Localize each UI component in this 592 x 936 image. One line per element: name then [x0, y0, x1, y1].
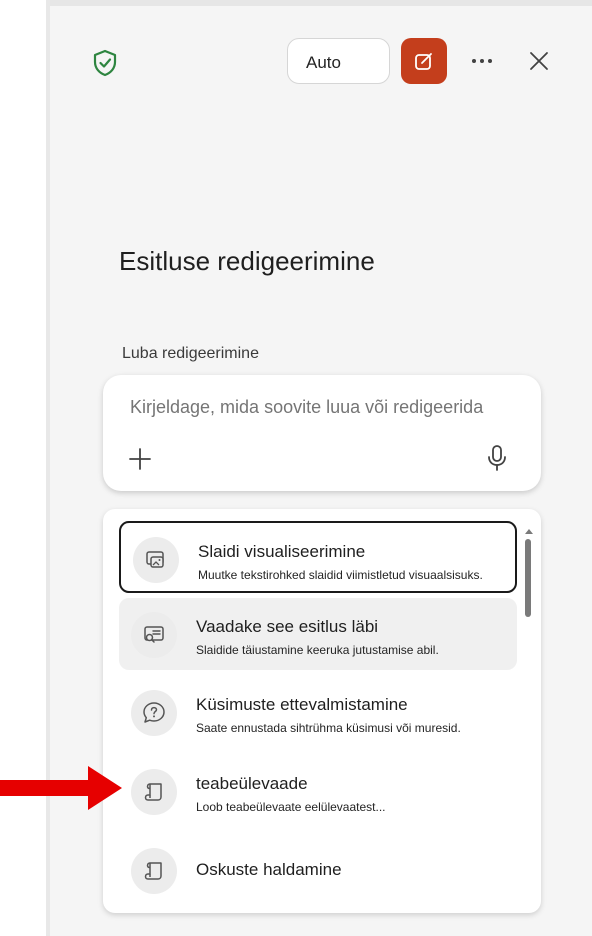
- compose-icon: [415, 53, 432, 70]
- suggestion-title: teabeülevaade: [196, 774, 308, 793]
- more-options-button[interactable]: [466, 46, 498, 76]
- suggestion-title: Oskuste haldamine: [196, 860, 342, 879]
- suggestion-item-skills-management[interactable]: Oskuste haldamine: [119, 834, 517, 906]
- close-button[interactable]: [524, 46, 554, 76]
- suggestion-title: Küsimuste ettevalmistamine: [196, 695, 408, 714]
- suggestion-item-prepare-questions[interactable]: Küsimuste ettevalmistamine Saate ennusta…: [119, 676, 517, 748]
- mode-selector-button[interactable]: Auto: [287, 38, 390, 84]
- scroll-up-arrow[interactable]: [522, 523, 536, 534]
- slide-review-icon: [131, 612, 177, 658]
- scroll-icon: [131, 769, 177, 815]
- microphone-button[interactable]: [485, 443, 509, 473]
- chat-question-icon: [131, 690, 177, 736]
- add-attachment-button[interactable]: [126, 445, 154, 473]
- suggestion-description: Loob teabeülevaate eelülevaatest...: [196, 800, 386, 814]
- slide-image-icon: [133, 537, 179, 583]
- suggestion-description: Slaidide täiustamine keeruka jutustamise…: [196, 643, 439, 657]
- scrollbar-thumb[interactable]: [525, 539, 531, 617]
- red-arrow-icon: [0, 764, 124, 812]
- shield-check-icon: [92, 49, 118, 77]
- prompt-composer: [103, 375, 541, 491]
- ellipsis-icon: [472, 59, 492, 63]
- suggestion-menu: Slaidi visualiseerimine Muutke tekstiroh…: [103, 509, 541, 913]
- new-chat-button[interactable]: [401, 38, 447, 84]
- mode-label: Luba redigeerimine: [122, 345, 259, 362]
- plus-icon: [129, 448, 151, 470]
- close-icon: [530, 52, 548, 70]
- prompt-input[interactable]: [130, 397, 522, 418]
- suggestion-description: Muutke tekstirohked slaidid viimistletud…: [198, 568, 483, 582]
- mode-selector-label: Auto: [306, 53, 341, 72]
- panel-top-border: [50, 0, 592, 6]
- microphone-icon: [488, 445, 506, 471]
- page-title: Esitluse redigeerimine: [119, 246, 375, 276]
- suggestion-item-brief-overview[interactable]: teabeülevaade Loob teabeülevaate eelülev…: [119, 755, 517, 827]
- suggestion-item-visualize-slide[interactable]: Slaidi visualiseerimine Muutke tekstiroh…: [119, 521, 517, 593]
- suggestion-description: Saate ennustada sihtrühma küsimusi või m…: [196, 721, 461, 735]
- suggestion-title: Slaidi visualiseerimine: [198, 542, 366, 561]
- suggestion-item-review-presentation[interactable]: Vaadake see esitlus läbi Slaidide täiust…: [119, 598, 517, 670]
- scroll-icon: [131, 848, 177, 894]
- suggestion-title: Vaadake see esitlus läbi: [196, 617, 379, 636]
